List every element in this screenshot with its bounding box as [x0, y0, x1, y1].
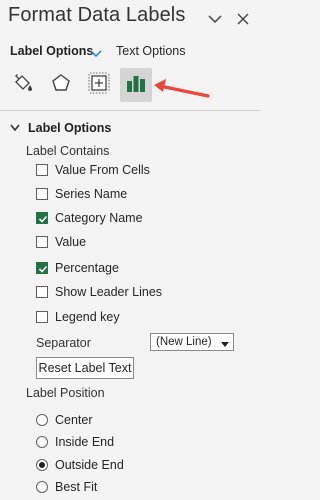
checkbox-show-leader-lines[interactable]: Show Leader Lines — [36, 285, 162, 299]
tab-label-options[interactable]: Label Options — [10, 44, 93, 58]
checkbox-label: Category Name — [55, 211, 143, 225]
checkmark-icon — [38, 215, 48, 223]
checkbox-series-name[interactable]: Series Name — [36, 187, 127, 201]
pane-title: Format Data Labels — [8, 4, 186, 26]
checkbox-label: Show Leader Lines — [55, 285, 163, 299]
section-title: Label Options — [28, 121, 112, 135]
reset-label-text-button[interactable]: Reset Label Text — [36, 357, 134, 379]
checkbox-value-from-cells[interactable]: Value From Cells — [36, 163, 150, 177]
checkbox-legend-key[interactable]: Legend key — [36, 310, 120, 324]
checkbox-value[interactable]: Value — [36, 235, 86, 249]
separator-dropdown[interactable]: (New Line) — [150, 333, 234, 351]
checkbox[interactable] — [36, 164, 48, 176]
radio-button[interactable] — [36, 459, 48, 471]
checkmark-icon — [38, 265, 48, 273]
separator-label: Separator — [36, 336, 91, 350]
checkbox-percentage[interactable]: Percentage — [36, 261, 119, 275]
effects-tab[interactable] — [46, 70, 76, 100]
radio-inside-end[interactable]: Inside End — [36, 435, 114, 449]
radio-label: Outside End — [55, 458, 124, 472]
label-options-section-header[interactable]: Label Options — [10, 121, 111, 135]
pentagon-icon — [50, 72, 72, 99]
checkbox[interactable] — [36, 286, 48, 298]
red-arrow-annotation — [154, 79, 210, 98]
radio-label: Best Fit — [55, 480, 98, 494]
checkbox[interactable] — [36, 212, 48, 224]
bar-chart-icon — [124, 71, 148, 100]
label-contains-heading: Label Contains — [26, 144, 110, 158]
radio-button[interactable] — [36, 414, 48, 426]
radio-center[interactable]: Center — [36, 413, 93, 427]
tab-text-options[interactable]: Text Options — [116, 44, 185, 58]
size-properties-icon — [87, 71, 111, 100]
dropdown-arrow-icon — [221, 339, 229, 351]
checkbox-label: Percentage — [55, 261, 119, 275]
fill-line-tab[interactable] — [8, 70, 38, 100]
separator-value: (New Line) — [156, 336, 212, 348]
divider — [0, 110, 260, 111]
checkbox-label: Value — [55, 235, 87, 249]
label-position-heading: Label Position — [26, 386, 105, 400]
checkbox[interactable] — [36, 236, 48, 248]
tab-chevron-icon[interactable] — [90, 46, 102, 58]
close-icon[interactable] — [232, 8, 254, 30]
checkbox-label: Value From Cells — [55, 163, 150, 177]
paint-bucket-icon — [11, 71, 35, 100]
chevron-down-icon — [10, 121, 22, 135]
label-options-tab[interactable] — [120, 68, 152, 102]
size-properties-tab[interactable] — [84, 70, 114, 100]
checkbox-label: Legend key — [55, 310, 120, 324]
radio-button[interactable] — [36, 436, 48, 448]
checkbox-label: Series Name — [55, 187, 128, 201]
checkbox-category-name[interactable]: Category Name — [36, 211, 143, 225]
radio-outside-end[interactable]: Outside End — [36, 458, 124, 472]
checkbox[interactable] — [36, 262, 48, 274]
radio-button[interactable] — [36, 481, 48, 493]
radio-label: Inside End — [55, 435, 115, 449]
radio-best-fit[interactable]: Best Fit — [36, 480, 97, 494]
chevron-down-icon[interactable] — [204, 8, 226, 30]
checkbox[interactable] — [36, 188, 48, 200]
radio-label: Center — [55, 413, 93, 427]
checkbox[interactable] — [36, 311, 48, 323]
